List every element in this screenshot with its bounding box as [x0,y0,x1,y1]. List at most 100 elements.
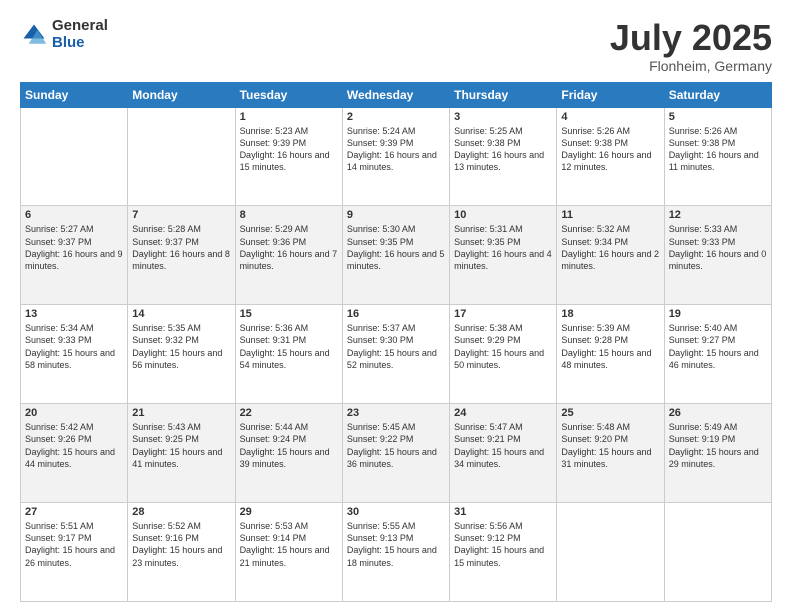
day-number: 11 [561,209,659,221]
calendar-week-row: 6Sunrise: 5:27 AM Sunset: 9:37 PM Daylig… [21,206,772,305]
day-info: Sunrise: 5:51 AM Sunset: 9:17 PM Dayligh… [25,520,123,569]
location: Flonheim, Germany [610,58,772,74]
day-number: 22 [240,407,338,419]
day-number: 25 [561,407,659,419]
table-row: 21 Sunrise: 5:43 AM Sunset: 9:25 PM Dayli… [128,404,235,503]
calendar-week-row: 13 Sunrise: 5:34 AM Sunset: 9:33 PM Dayli… [21,305,772,404]
table-row: 30 Sunrise: 5:55 AM Sunset: 9:13 PM Dayli… [342,503,449,602]
day-number: 15 [240,308,338,320]
logo-icon [20,21,48,49]
day-info: Sunrise: 5:25 AM Sunset: 9:38 PM Dayligh… [454,125,552,174]
table-row: 12Sunrise: 5:33 AM Sunset: 9:33 PM Dayli… [664,206,771,305]
col-sunday: Sunday [21,82,128,107]
day-info: Sunrise: 5:34 AM Sunset: 9:33 PM Dayligh… [25,322,123,371]
table-row: 17Sunrise: 5:38 AM Sunset: 9:29 PM Dayli… [450,305,557,404]
table-row [664,503,771,602]
title-block: July 2025 Flonheim, Germany [610,18,772,74]
col-thursday: Thursday [450,82,557,107]
day-info: Sunrise: 5:42 AM Sunset: 9:26 PM Dayligh… [25,421,123,470]
logo: General Blue [20,18,108,51]
table-row: 3 Sunrise: 5:25 AM Sunset: 9:38 PM Daylig… [450,107,557,206]
day-info: Sunrise: 5:37 AM Sunset: 9:30 PM Dayligh… [347,322,445,371]
table-row: 2 Sunrise: 5:24 AM Sunset: 9:39 PM Daylig… [342,107,449,206]
day-number: 13 [25,308,123,320]
day-info: Sunrise: 5:45 AM Sunset: 9:22 PM Dayligh… [347,421,445,470]
col-friday: Friday [557,82,664,107]
day-info: Sunrise: 5:33 AM Sunset: 9:33 PM Dayligh… [669,223,767,272]
calendar-week-row: 1 Sunrise: 5:23 AM Sunset: 9:39 PM Daylig… [21,107,772,206]
day-number: 14 [132,308,230,320]
table-row: 15Sunrise: 5:36 AM Sunset: 9:31 PM Dayli… [235,305,342,404]
table-row: 27 Sunrise: 5:51 AM Sunset: 9:17 PM Dayli… [21,503,128,602]
calendar-week-row: 20 Sunrise: 5:42 AM Sunset: 9:26 PM Dayli… [21,404,772,503]
day-info: Sunrise: 5:47 AM Sunset: 9:21 PM Dayligh… [454,421,552,470]
table-row: 26Sunrise: 5:49 AM Sunset: 9:19 PM Dayli… [664,404,771,503]
day-info: Sunrise: 5:43 AM Sunset: 9:25 PM Dayligh… [132,421,230,470]
day-number: 27 [25,506,123,518]
logo-text: General Blue [52,18,108,51]
header: General Blue July 2025 Flonheim, Germany [20,18,772,74]
day-number: 24 [454,407,552,419]
day-info: Sunrise: 5:26 AM Sunset: 9:38 PM Dayligh… [561,125,659,174]
table-row: 20 Sunrise: 5:42 AM Sunset: 9:26 PM Dayli… [21,404,128,503]
day-info: Sunrise: 5:48 AM Sunset: 9:20 PM Dayligh… [561,421,659,470]
table-row: 19Sunrise: 5:40 AM Sunset: 9:27 PM Dayli… [664,305,771,404]
day-info: Sunrise: 5:38 AM Sunset: 9:29 PM Dayligh… [454,322,552,371]
day-info: Sunrise: 5:26 AM Sunset: 9:38 PM Dayligh… [669,125,767,174]
calendar-header-row: Sunday Monday Tuesday Wednesday Thursday… [21,82,772,107]
day-number: 26 [669,407,767,419]
table-row: 24 Sunrise: 5:47 AM Sunset: 9:21 PM Dayli… [450,404,557,503]
day-info: Sunrise: 5:32 AM Sunset: 9:34 PM Dayligh… [561,223,659,272]
day-number: 30 [347,506,445,518]
day-info: Sunrise: 5:27 AM Sunset: 9:37 PM Dayligh… [25,223,123,272]
day-number: 3 [454,111,552,123]
day-number: 20 [25,407,123,419]
day-number: 2 [347,111,445,123]
day-info: Sunrise: 5:44 AM Sunset: 9:24 PM Dayligh… [240,421,338,470]
calendar-table: Sunday Monday Tuesday Wednesday Thursday… [20,82,772,602]
day-number: 10 [454,209,552,221]
day-number: 16 [347,308,445,320]
table-row: 9 Sunrise: 5:30 AM Sunset: 9:35 PM Daylig… [342,206,449,305]
table-row: 10 Sunrise: 5:31 AM Sunset: 9:35 PM Dayli… [450,206,557,305]
table-row: 4 Sunrise: 5:26 AM Sunset: 9:38 PM Daylig… [557,107,664,206]
day-info: Sunrise: 5:28 AM Sunset: 9:37 PM Dayligh… [132,223,230,272]
day-info: Sunrise: 5:24 AM Sunset: 9:39 PM Dayligh… [347,125,445,174]
day-info: Sunrise: 5:30 AM Sunset: 9:35 PM Dayligh… [347,223,445,272]
day-number: 18 [561,308,659,320]
table-row: 6Sunrise: 5:27 AM Sunset: 9:37 PM Daylig… [21,206,128,305]
day-info: Sunrise: 5:53 AM Sunset: 9:14 PM Dayligh… [240,520,338,569]
day-info: Sunrise: 5:40 AM Sunset: 9:27 PM Dayligh… [669,322,767,371]
table-row: 28Sunrise: 5:52 AM Sunset: 9:16 PM Dayli… [128,503,235,602]
day-number: 8 [240,209,338,221]
day-number: 21 [132,407,230,419]
day-number: 29 [240,506,338,518]
day-info: Sunrise: 5:55 AM Sunset: 9:13 PM Dayligh… [347,520,445,569]
table-row: 11 Sunrise: 5:32 AM Sunset: 9:34 PM Dayli… [557,206,664,305]
col-tuesday: Tuesday [235,82,342,107]
table-row: 25 Sunrise: 5:48 AM Sunset: 9:20 PM Dayli… [557,404,664,503]
table-row: 8Sunrise: 5:29 AM Sunset: 9:36 PM Daylig… [235,206,342,305]
day-number: 4 [561,111,659,123]
day-number: 7 [132,209,230,221]
day-info: Sunrise: 5:39 AM Sunset: 9:28 PM Dayligh… [561,322,659,371]
day-info: Sunrise: 5:31 AM Sunset: 9:35 PM Dayligh… [454,223,552,272]
day-number: 31 [454,506,552,518]
day-info: Sunrise: 5:23 AM Sunset: 9:39 PM Dayligh… [240,125,338,174]
table-row [557,503,664,602]
table-row: 18 Sunrise: 5:39 AM Sunset: 9:28 PM Dayli… [557,305,664,404]
day-info: Sunrise: 5:56 AM Sunset: 9:12 PM Dayligh… [454,520,552,569]
day-info: Sunrise: 5:52 AM Sunset: 9:16 PM Dayligh… [132,520,230,569]
day-number: 23 [347,407,445,419]
table-row: 7 Sunrise: 5:28 AM Sunset: 9:37 PM Daylig… [128,206,235,305]
page: General Blue July 2025 Flonheim, Germany… [0,0,792,612]
table-row: 13 Sunrise: 5:34 AM Sunset: 9:33 PM Dayli… [21,305,128,404]
month-title: July 2025 [610,18,772,58]
col-wednesday: Wednesday [342,82,449,107]
table-row [128,107,235,206]
col-monday: Monday [128,82,235,107]
day-number: 9 [347,209,445,221]
day-number: 1 [240,111,338,123]
table-row [21,107,128,206]
table-row: 16 Sunrise: 5:37 AM Sunset: 9:30 PM Dayli… [342,305,449,404]
